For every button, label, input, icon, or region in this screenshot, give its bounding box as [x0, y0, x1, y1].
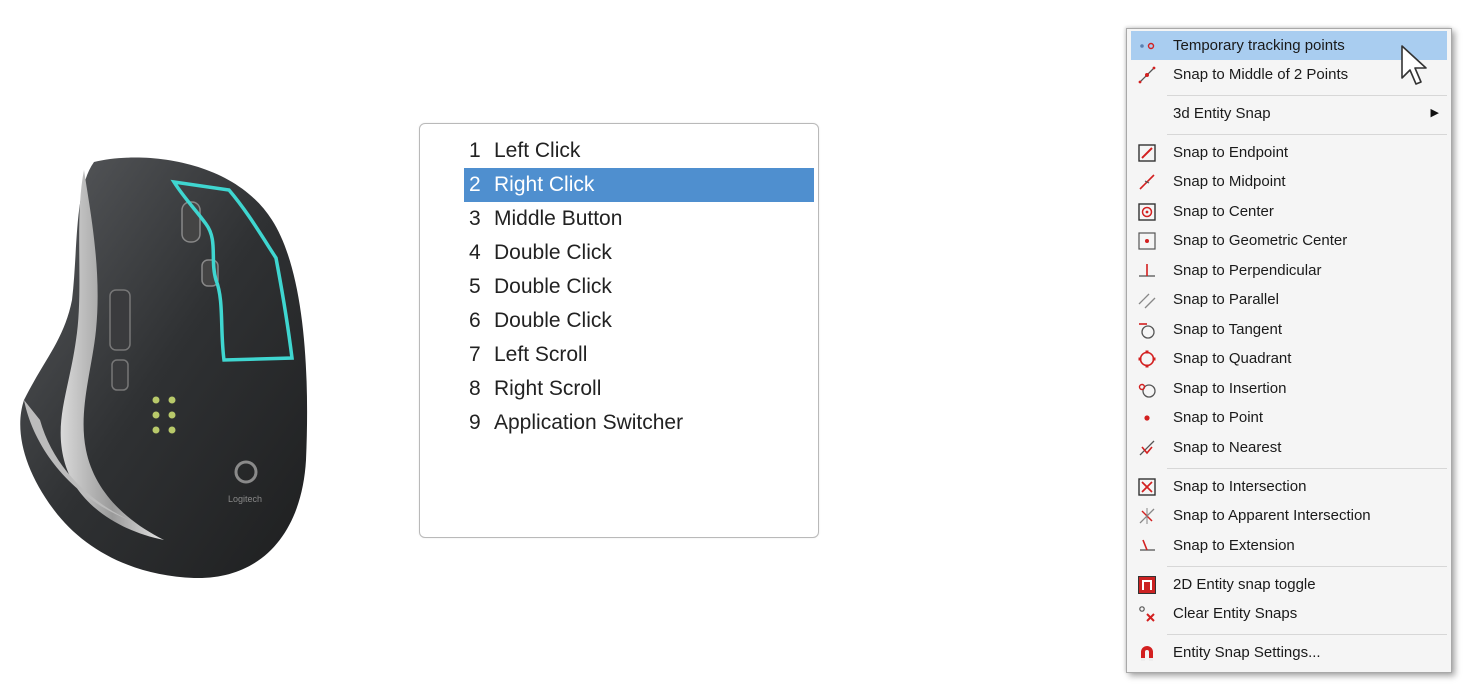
insertion-icon: [1136, 378, 1158, 400]
button-list-item[interactable]: 5 Double Click: [464, 270, 814, 304]
button-action-label: Right Click: [494, 173, 595, 196]
menu-item-quadrant[interactable]: Snap to Quadrant: [1131, 344, 1447, 373]
center-icon: [1136, 201, 1158, 223]
geometric-center-icon: [1136, 230, 1158, 252]
menu-separator: [1167, 95, 1447, 96]
menu-item-clear-snaps[interactable]: Clear Entity Snaps: [1131, 599, 1447, 628]
button-list-item[interactable]: 3 Middle Button: [464, 202, 814, 236]
button-action-label: Double Click: [494, 241, 612, 264]
menu-item-label: Temporary tracking points: [1173, 37, 1345, 54]
extension-icon: [1136, 535, 1158, 557]
button-action-label: Double Click: [494, 275, 612, 298]
menu-item-label: Snap to Insertion: [1173, 380, 1287, 397]
middle-two-points-icon: [1136, 64, 1158, 86]
button-action-label: Left Click: [494, 139, 581, 162]
menu-item-intersection[interactable]: Snap to Intersection: [1131, 472, 1447, 501]
endpoint-icon: [1136, 142, 1158, 164]
menu-item-insertion[interactable]: Snap to Insertion: [1131, 374, 1447, 403]
button-action-label: Double Click: [494, 309, 612, 332]
entity-snap-context-menu[interactable]: Temporary tracking points Snap to Middle …: [1126, 28, 1452, 673]
menu-separator: [1167, 634, 1447, 635]
magnet-icon: [1136, 642, 1158, 664]
menu-item-perpendicular[interactable]: Snap to Perpendicular: [1131, 256, 1447, 285]
menu-item-label: Snap to Center: [1173, 203, 1274, 220]
menu-separator: [1167, 134, 1447, 135]
midpoint-icon: [1136, 171, 1158, 193]
quadrant-icon: [1136, 348, 1158, 370]
apparent-intersection-icon: [1136, 505, 1158, 527]
button-number: 4: [469, 241, 481, 264]
entity-snap-toggle-icon: [1136, 574, 1158, 596]
mouse-cursor-icon: [1400, 44, 1428, 90]
menu-item-label: Snap to Quadrant: [1173, 350, 1292, 367]
button-number: 2: [469, 173, 481, 196]
button-number: 5: [469, 275, 481, 298]
menu-item-apparent-intersection[interactable]: Snap to Apparent Intersection: [1131, 501, 1447, 530]
button-number: 6: [469, 309, 481, 332]
menu-item-label: Snap to Endpoint: [1173, 144, 1289, 161]
menu-separator: [1167, 468, 1447, 469]
menu-item-parallel[interactable]: Snap to Parallel: [1131, 285, 1447, 314]
menu-item-label: Entity Snap Settings...: [1173, 644, 1321, 661]
button-list-item[interactable]: 2 Right Click: [464, 168, 814, 202]
menu-item-label: Snap to Intersection: [1173, 478, 1307, 495]
menu-item-tangent[interactable]: Snap to Tangent: [1131, 315, 1447, 344]
button-list-item[interactable]: 6 Double Click: [464, 304, 814, 338]
button-list-item[interactable]: 7 Left Scroll: [464, 338, 814, 372]
menu-item-nearest[interactable]: Snap to Nearest: [1131, 433, 1447, 462]
menu-item-magnet[interactable]: Entity Snap Settings...: [1131, 638, 1447, 667]
point-icon: [1136, 407, 1158, 429]
menu-item-label: Snap to Extension: [1173, 537, 1295, 554]
menu-item-endpoint[interactable]: Snap to Endpoint: [1131, 138, 1447, 167]
menu-item-label: Snap to Parallel: [1173, 291, 1279, 308]
button-action-label: Left Scroll: [494, 343, 588, 366]
mouse-illustration: Logitech: [14, 150, 314, 590]
button-list-item[interactable]: 8 Right Scroll: [464, 372, 814, 406]
menu-item-label: Snap to Perpendicular: [1173, 262, 1322, 279]
tangent-icon: [1136, 319, 1158, 341]
nearest-icon: [1136, 437, 1158, 459]
menu-item-label: Snap to Geometric Center: [1173, 232, 1348, 249]
menu-item-label: Snap to Tangent: [1173, 321, 1282, 338]
button-action-label: Middle Button: [494, 207, 623, 230]
menu-item-extension[interactable]: Snap to Extension: [1131, 531, 1447, 560]
menu-item-label: Snap to Point: [1173, 409, 1264, 426]
button-number: 8: [469, 377, 481, 400]
menu-item-point[interactable]: Snap to Point: [1131, 403, 1447, 432]
menu-item-center[interactable]: Snap to Center: [1131, 197, 1447, 226]
button-number: 7: [469, 343, 481, 366]
button-action-label: Right Scroll: [494, 377, 602, 400]
button-number: 1: [469, 139, 481, 162]
menu-separator: [1167, 566, 1447, 567]
menu-item-label: Snap to Nearest: [1173, 439, 1282, 456]
menu-item-label: Snap to Apparent Intersection: [1173, 507, 1371, 524]
button-list-item[interactable]: 4 Double Click: [464, 236, 814, 270]
menu-item-midpoint[interactable]: Snap to Midpoint: [1131, 167, 1447, 196]
button-number: 3: [469, 207, 481, 230]
parallel-icon: [1136, 289, 1158, 311]
button-action-label: Application Switcher: [494, 411, 684, 434]
menu-item-label: Clear Entity Snaps: [1173, 605, 1298, 622]
intersection-icon: [1136, 476, 1158, 498]
menu-item-entity-snap-3d[interactable]: 3d Entity Snap ▶: [1131, 99, 1447, 128]
button-number: 9: [469, 411, 481, 434]
button-list-item[interactable]: 1 Left Click: [464, 134, 814, 168]
mouse-button-list[interactable]: 1 Left Click 2 Right Click 3 Middle Button 4 Do…: [419, 123, 819, 538]
clear-snaps-icon: [1136, 603, 1158, 625]
tracking-points-icon: [1136, 35, 1158, 57]
menu-item-label: Snap to Midpoint: [1173, 173, 1286, 190]
perpendicular-icon: [1136, 260, 1158, 282]
menu-item-geometric-center[interactable]: Snap to Geometric Center: [1131, 226, 1447, 255]
menu-item-label: 3d Entity Snap: [1173, 105, 1271, 122]
submenu-arrow-icon: ▶: [1430, 107, 1439, 119]
menu-item-entity-snap-toggle[interactable]: 2D Entity snap toggle: [1131, 570, 1447, 599]
mouse-brand-text: Logitech: [228, 494, 262, 504]
menu-item-label: Snap to Middle of 2 Points: [1173, 66, 1349, 83]
menu-item-label: 2D Entity snap toggle: [1173, 576, 1316, 593]
button-list-item[interactable]: 9 Application Switcher: [464, 406, 814, 440]
